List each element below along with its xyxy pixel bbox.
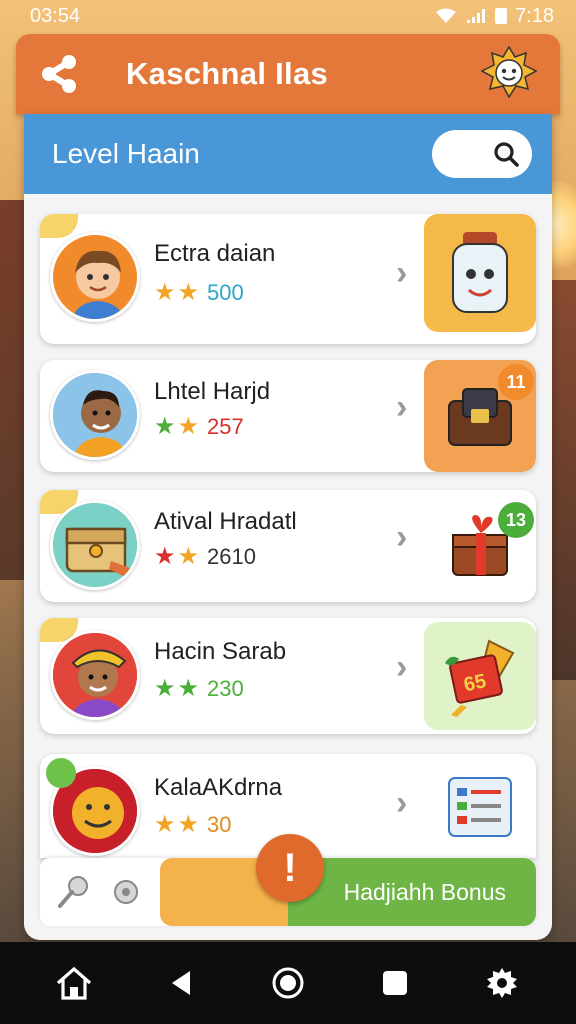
reward-tile[interactable]: 65: [424, 622, 536, 730]
app-title: Kaschnal Ilas: [126, 56, 329, 91]
checklist-icon: [448, 777, 512, 837]
mascot-jar-icon: [452, 232, 508, 313]
status-icons: 7:18: [435, 5, 554, 28]
status-bar: 03:54 7:18: [0, 0, 576, 32]
chevron-right-icon[interactable]: ›: [396, 254, 407, 293]
card-rating: ★ ★ 2610: [154, 544, 256, 570]
system-nav-bar: [0, 942, 576, 1024]
chevron-right-icon[interactable]: ›: [396, 784, 407, 823]
chevron-right-icon[interactable]: ›: [396, 518, 407, 557]
list-item[interactable]: Atival Hradatl ★ ★ 2610 › 13: [40, 490, 536, 602]
gear-icon[interactable]: [106, 872, 146, 912]
search-icon: [494, 142, 519, 167]
card-score: 257: [207, 414, 244, 439]
level-title: Level Haain: [52, 138, 200, 169]
status-time-left: 03:54: [30, 4, 81, 27]
star-icon: ★: [154, 413, 176, 440]
count-badge: 13: [498, 502, 534, 538]
bonus-button[interactable]: Hadjiahh Bonus: [160, 858, 536, 926]
chevron-right-icon[interactable]: ›: [396, 648, 407, 687]
reward-tile[interactable]: [424, 214, 536, 332]
home-icon[interactable]: [50, 959, 98, 1007]
card-name: Lhtel Harjd: [154, 378, 271, 405]
count-badge: 11: [498, 364, 534, 400]
chevron-right-icon[interactable]: ›: [396, 388, 407, 427]
card-score: 500: [207, 280, 244, 305]
background-house-right: [550, 280, 576, 680]
lucky-ticket-icon: 65: [445, 639, 515, 717]
signal-icon: [467, 9, 486, 23]
list-item[interactable]: Ectra daian ★ ★ 500 ›: [40, 214, 536, 344]
search-button[interactable]: [432, 130, 532, 178]
app-logo-icon[interactable]: [38, 51, 84, 97]
list-item[interactable]: Lhtel Harjd ★ ★ 257 › 11: [40, 360, 536, 472]
avatar: [50, 232, 140, 322]
list-item[interactable]: Hacin Sarab ★ ★ 230 › 65: [40, 618, 536, 734]
card-name: Hacin Sarab: [154, 638, 287, 665]
star-icon: ★: [154, 811, 176, 838]
star-icon: ★: [177, 675, 200, 702]
mascot-icon[interactable]: [480, 45, 538, 103]
status-time-right: 7:18: [515, 4, 554, 27]
card-rating: ★ ★ 257: [154, 414, 244, 440]
reward-tile[interactable]: [424, 762, 536, 852]
card-score: 2610: [207, 544, 256, 569]
settings-gear-icon[interactable]: [478, 959, 526, 1007]
app-header: Kaschnal Ilas: [16, 34, 560, 114]
avatar: [50, 500, 140, 590]
card-name: Atival Hradatl: [154, 508, 297, 535]
level-header: Level Haain: [24, 114, 552, 194]
star-icon: ★: [154, 279, 176, 306]
card-rating: ★ ★ 230: [154, 676, 244, 702]
main-panel: Level Haain Ectra daian ★ ★ 500 › Lhtel …: [24, 114, 552, 940]
card-rating: ★ ★ 30: [154, 812, 232, 838]
card-rating: ★ ★ 500: [154, 280, 244, 306]
battery-icon: [495, 8, 508, 24]
avatar: [50, 630, 140, 720]
wifi-icon: [436, 8, 457, 23]
star-icon: ★: [154, 675, 176, 702]
star-icon: ★: [177, 543, 200, 570]
star-icon: ★: [177, 413, 200, 440]
bonus-label: Hadjiahh Bonus: [343, 878, 506, 905]
star-icon: ★: [154, 543, 176, 570]
back-icon[interactable]: [157, 959, 205, 1007]
recents-icon[interactable]: [371, 959, 419, 1007]
svg-text:65: 65: [462, 670, 488, 696]
avatar: [50, 370, 140, 460]
card-score: 30: [207, 812, 232, 837]
star-icon: ★: [177, 279, 200, 306]
key-icon[interactable]: [54, 872, 94, 912]
alert-icon[interactable]: !: [256, 834, 324, 902]
card-name: KalaAKdrna: [154, 774, 283, 801]
card-name: Ectra daian: [154, 240, 276, 267]
star-icon: ★: [177, 811, 200, 838]
home-circle-icon[interactable]: [264, 959, 312, 1007]
card-score: 230: [207, 676, 244, 701]
